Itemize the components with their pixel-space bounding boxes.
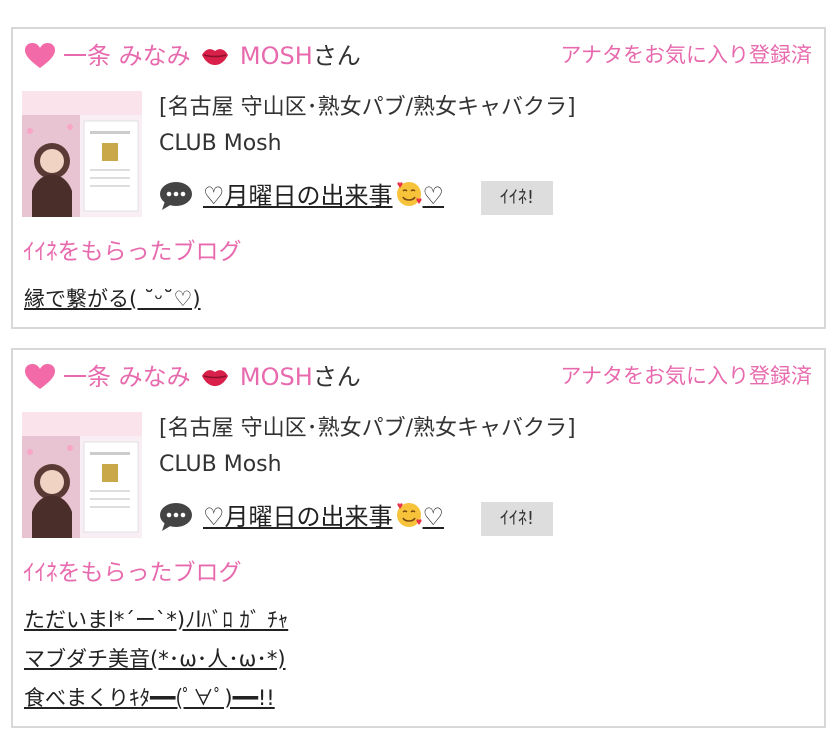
liked-blogs-title: ｲｲﾈをもらったブログ bbox=[23, 239, 242, 265]
liked-blog-link[interactable]: マブダチ美音(*･ω･人･ω･*) bbox=[24, 645, 286, 673]
heart-icon bbox=[25, 43, 55, 68]
favorite-status: アナタをお気に入り登録済 bbox=[560, 43, 812, 67]
shop-thumbnail[interactable] bbox=[22, 91, 142, 217]
user-name[interactable]: 一条 みなみ MOSHさん bbox=[63, 41, 361, 71]
thumbnail-image bbox=[22, 412, 142, 538]
user-name[interactable]: 一条 みなみ MOSHさん bbox=[63, 362, 361, 392]
shop-name[interactable]: CLUB Mosh bbox=[159, 450, 282, 480]
liked-blog-link[interactable]: 縁で繋がる( ˘ᵕ˘♡) bbox=[24, 285, 201, 313]
shop-thumbnail[interactable] bbox=[22, 412, 142, 538]
shop-category[interactable]: [名古屋 守山区･熟女パブ/熟女キャバクラ] bbox=[159, 93, 576, 123]
lips-icon bbox=[202, 49, 229, 65]
comment-bubble-icon bbox=[160, 182, 192, 210]
lips-icon bbox=[202, 370, 229, 386]
liked-blogs-title: ｲｲﾈをもらったブログ bbox=[23, 560, 242, 586]
liked-blog-link[interactable]: 食べまくりｷﾀ━━(ﾟ∀ﾟ)━━!! bbox=[24, 684, 275, 712]
post-title-link[interactable]: ♡月曜日の出来事 ♡ bbox=[203, 500, 444, 534]
thumbnail-image bbox=[22, 91, 142, 217]
comment-bubble-icon bbox=[160, 503, 192, 531]
shop-category[interactable]: [名古屋 守山区･熟女パブ/熟女キャバクラ] bbox=[159, 414, 576, 444]
heart-icon bbox=[25, 364, 55, 389]
like-button[interactable]: ｲｲﾈ! bbox=[481, 181, 553, 215]
liked-blog-link[interactable]: ただいまl*´ー`*)ﾉlﾊﾞﾛ ｶﾞ ﾁｬ bbox=[24, 606, 288, 634]
like-button[interactable]: ｲｲﾈ! bbox=[481, 502, 553, 536]
card-header: 一条 みなみ MOSHさん アナタをお気に入り登録済 bbox=[25, 41, 812, 71]
post-title-link[interactable]: ♡月曜日の出来事 ♡ bbox=[203, 179, 444, 213]
shop-name[interactable]: CLUB Mosh bbox=[159, 129, 282, 159]
card-header: 一条 みなみ MOSHさん アナタをお気に入り登録済 bbox=[25, 362, 812, 392]
favorite-card: 一条 みなみ MOSHさん アナタをお気に入り登録済 [名古屋 守山区･熟女パブ… bbox=[11, 348, 826, 728]
favorite-card: 一条 みなみ MOSHさん アナタをお気に入り登録済 [名古屋 守山区･熟女パブ… bbox=[11, 27, 826, 329]
smiling-face-hearts-icon bbox=[396, 503, 422, 527]
smiling-face-hearts-icon bbox=[396, 182, 422, 206]
favorite-status: アナタをお気に入り登録済 bbox=[560, 364, 812, 388]
